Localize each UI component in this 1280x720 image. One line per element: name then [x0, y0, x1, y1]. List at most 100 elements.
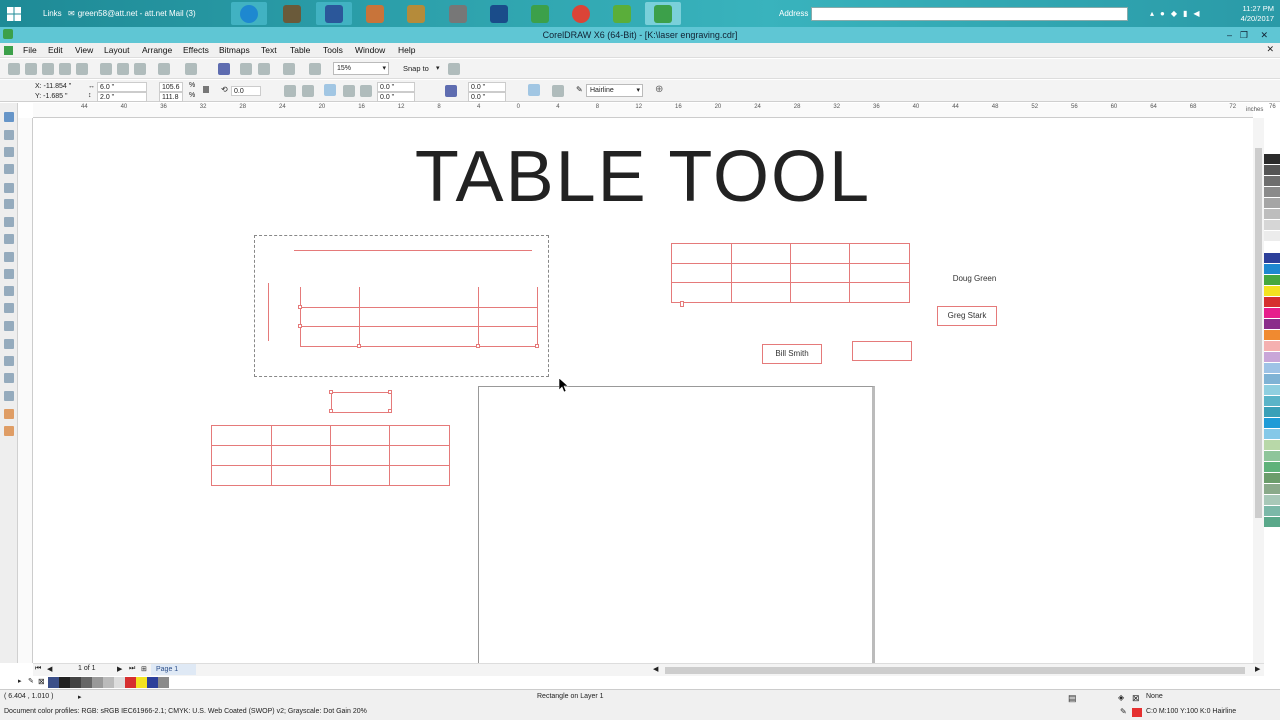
mirror-h-icon[interactable]: [284, 85, 296, 97]
last-page-icon[interactable]: ⏭: [129, 665, 135, 673]
palette-swatch[interactable]: [1264, 198, 1280, 209]
tray-icon-1[interactable]: ▴: [1150, 9, 1154, 18]
node-handle[interactable]: [329, 390, 333, 394]
tray-icon-4[interactable]: ▮: [1183, 9, 1187, 18]
palette-swatch[interactable]: [1264, 253, 1280, 264]
eyedropper-tool-icon[interactable]: [4, 391, 14, 401]
no-color-icon[interactable]: ⊠: [38, 677, 48, 689]
clock[interactable]: 11:27 PM 4/20/2017: [1234, 0, 1274, 27]
close-icon[interactable]: ✕: [1260, 27, 1268, 43]
options-icon[interactable]: [448, 63, 460, 75]
status-settings-icon[interactable]: ▤: [1068, 693, 1077, 704]
tray-icon-2[interactable]: ●: [1160, 9, 1165, 18]
pencil-taskbar-button[interactable]: [398, 2, 434, 25]
outline-tool-icon[interactable]: [4, 409, 14, 419]
width-field[interactable]: 6.0 ": [97, 82, 147, 92]
mail-tab[interactable]: ✉ green58@att.net - att.net Mail (3): [68, 0, 196, 27]
table-bottom-left[interactable]: [211, 425, 450, 486]
chrome-taskbar-button[interactable]: [563, 2, 599, 25]
node-handle[interactable]: [357, 344, 361, 348]
doc-icon[interactable]: [4, 46, 13, 55]
palette-swatch[interactable]: [1264, 220, 1280, 231]
greg-stark-box[interactable]: Greg Stark: [937, 306, 997, 326]
horizontal-scrollbar[interactable]: ⏮ ◀ 1 of 1 ▶ ⏭ ⊞ Page 1 ◀ ▶: [33, 663, 1264, 676]
palette-swatch[interactable]: [1264, 374, 1280, 385]
import-icon[interactable]: [240, 63, 252, 75]
document-swatch[interactable]: [136, 677, 147, 688]
document-swatch[interactable]: [81, 677, 92, 688]
menu-window[interactable]: Window: [355, 45, 385, 55]
palette-swatch[interactable]: [1264, 231, 1280, 242]
palette-swatch[interactable]: [1264, 242, 1280, 253]
relative-scaling-icon[interactable]: [528, 84, 540, 96]
table-top-line[interactable]: [294, 250, 532, 251]
palette-arrow-icon[interactable]: ▸: [18, 677, 28, 689]
small-rectangle[interactable]: [329, 390, 392, 413]
palette-swatch[interactable]: [1264, 484, 1280, 495]
minimize-icon[interactable]: –: [1227, 27, 1232, 43]
palette-swatch[interactable]: [1264, 473, 1280, 484]
document-swatch[interactable]: [103, 677, 114, 688]
fill-tool-icon[interactable]: [4, 426, 14, 436]
dimension-tool-icon[interactable]: [4, 321, 14, 331]
coords-arrow-icon[interactable]: ▸: [78, 693, 82, 701]
rectangle-tool-icon[interactable]: [4, 217, 14, 227]
palette-swatch[interactable]: [1264, 385, 1280, 396]
app4-taskbar-button[interactable]: [357, 2, 393, 25]
blend-tool-icon[interactable]: [4, 356, 14, 366]
redo-icon[interactable]: [185, 63, 197, 75]
menu-edit[interactable]: Edit: [48, 45, 63, 55]
address-input[interactable]: [811, 7, 1128, 21]
palette-swatch[interactable]: [1264, 517, 1280, 528]
prev-page-icon[interactable]: ◀: [47, 665, 52, 673]
height-field[interactable]: 2.0 ": [97, 92, 147, 102]
mirror-v-icon[interactable]: [302, 85, 314, 97]
snap-to-button[interactable]: Snap to: [403, 64, 429, 73]
document-swatch[interactable]: [48, 677, 59, 688]
search-content-icon[interactable]: [218, 63, 230, 75]
bill-smith-box[interactable]: Bill Smith: [762, 344, 822, 364]
page-rectangle[interactable]: [478, 386, 875, 663]
start-button[interactable]: [6, 0, 22, 27]
palette-swatch[interactable]: [1264, 330, 1280, 341]
vertical-ruler[interactable]: [18, 118, 33, 663]
s-app-taskbar-button[interactable]: [481, 2, 517, 25]
palette-swatch[interactable]: [1264, 308, 1280, 319]
document-swatch[interactable]: [125, 677, 136, 688]
vertical-scroll-thumb[interactable]: [1255, 148, 1262, 518]
table-4x3[interactable]: [671, 243, 910, 303]
ie-taskbar-button[interactable]: [231, 2, 267, 25]
pick-tool-icon[interactable]: [4, 112, 14, 122]
palette-swatch[interactable]: [1264, 440, 1280, 451]
launcher-icon[interactable]: [309, 63, 321, 75]
print2-icon[interactable]: [76, 63, 88, 75]
menu-effects[interactable]: Effects: [183, 45, 209, 55]
palette-swatch[interactable]: [1264, 363, 1280, 374]
scallop-corner-icon[interactable]: [343, 85, 355, 97]
publish-icon[interactable]: [283, 63, 295, 75]
menu-view[interactable]: View: [75, 45, 93, 55]
corel-active-taskbar-button[interactable]: [645, 2, 681, 25]
selection-marquee[interactable]: [254, 235, 549, 377]
printer-taskbar-button[interactable]: [440, 2, 476, 25]
palette-swatch[interactable]: [1264, 429, 1280, 440]
palette-swatch[interactable]: [1264, 275, 1280, 286]
freehand-tool-icon[interactable]: [4, 183, 14, 193]
node-handle[interactable]: [329, 409, 333, 413]
empty-box[interactable]: [852, 341, 912, 361]
palette-swatch[interactable]: [1264, 506, 1280, 517]
palette-swatch[interactable]: [1264, 176, 1280, 187]
corner-radius-3[interactable]: 0.0 ": [468, 82, 506, 92]
menu-bitmaps[interactable]: Bitmaps: [219, 45, 250, 55]
horizontal-scroll-thumb[interactable]: [665, 667, 1245, 674]
node-handle[interactable]: [298, 324, 302, 328]
restore-icon[interactable]: ❐: [1240, 27, 1248, 43]
basic-shapes-tool-icon[interactable]: [4, 269, 14, 279]
palette-swatch[interactable]: [1264, 187, 1280, 198]
export-icon[interactable]: [258, 63, 270, 75]
horizontal-ruler[interactable]: 44 40 36 32 28 24 20 16 12 8 4 0 4 8 12 16 20 24 28 32 36 40 4…: [33, 103, 1276, 118]
document-swatch[interactable]: [59, 677, 70, 688]
node-handle[interactable]: [298, 305, 302, 309]
palette-swatch[interactable]: [1264, 143, 1280, 154]
palette-swatch[interactable]: [1264, 286, 1280, 297]
